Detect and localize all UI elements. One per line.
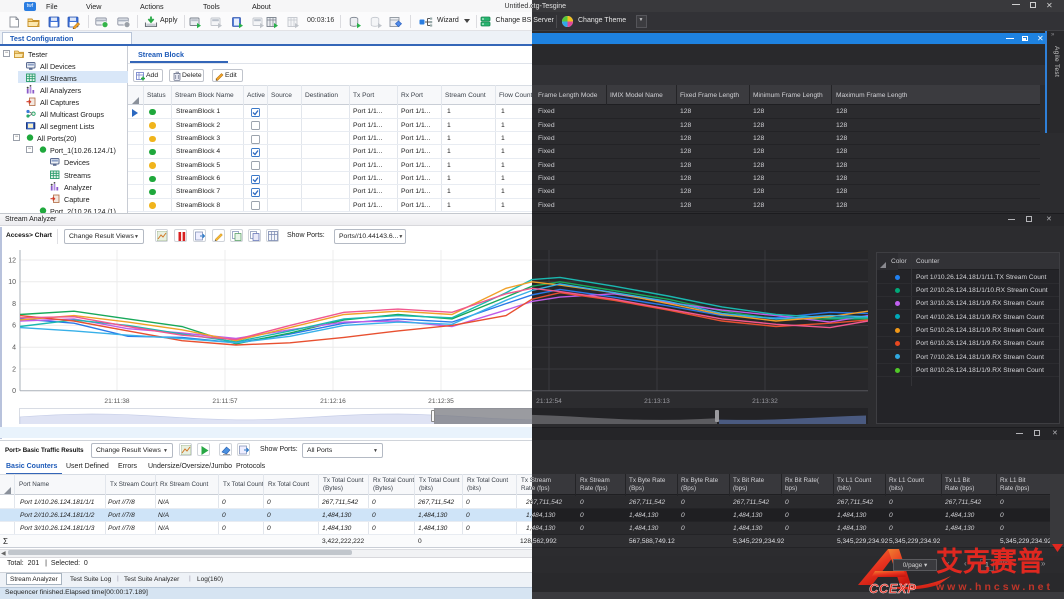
svg-text:12: 12 <box>8 257 16 264</box>
svg-text:21:13:13: 21:13:13 <box>644 398 670 405</box>
svg-text:21:12:35: 21:12:35 <box>428 398 454 405</box>
svg-text:21:13:32: 21:13:32 <box>752 398 778 405</box>
svg-text:www.hncsw.net: www.hncsw.net <box>935 581 1053 593</box>
svg-text:4: 4 <box>12 345 16 352</box>
svg-text:0: 0 <box>12 388 16 395</box>
svg-text:8: 8 <box>12 301 16 308</box>
svg-text:CCEXP: CCEXP <box>869 581 916 596</box>
svg-text:10: 10 <box>8 279 16 286</box>
svg-text:6: 6 <box>12 323 16 330</box>
svg-text:艾克赛普: 艾克赛普 <box>936 546 1044 577</box>
svg-text:2: 2 <box>12 366 16 373</box>
svg-text:21:12:54: 21:12:54 <box>536 398 562 405</box>
svg-text:21:12:16: 21:12:16 <box>320 398 346 405</box>
svg-text:21:11:57: 21:11:57 <box>212 398 238 405</box>
svg-text:21:11:38: 21:11:38 <box>104 398 130 405</box>
